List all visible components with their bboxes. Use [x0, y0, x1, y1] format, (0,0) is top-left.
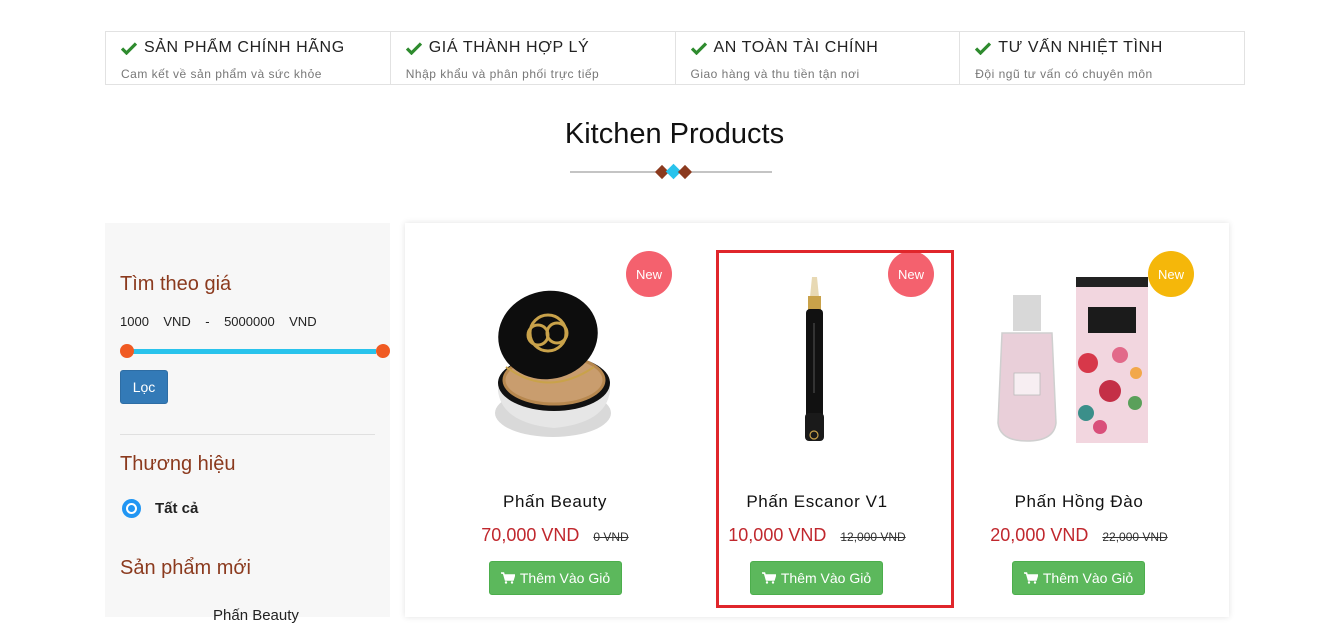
price-min: 1000 [120, 314, 149, 329]
filter-sidebar: Tìm theo giá 1000 VND - 5000000 VND Lọc … [105, 223, 390, 624]
add-to-cart-label: Thêm Vào Giỏ [1042, 570, 1134, 586]
product-card: New Phấn Beauty 70,000 VND 0 VND Thêm Vào… [436, 223, 674, 617]
feature-subtitle: Cam kết về sản phẩm và sức khỏe [121, 67, 322, 81]
product-old-price: 12,000 VND [840, 530, 906, 544]
feature-authentic: SẢN PHẨM CHÍNH HÃNG Cam kết về sản phẩm … [106, 32, 391, 84]
feature-subtitle: Nhập khẩu và phân phối trực tiếp [405, 67, 600, 81]
product-price: 10,000 VND [728, 525, 827, 545]
feature-price: GIÁ THÀNH HỢP LÝ Nhập khẩu và phân phối … [391, 32, 676, 84]
slider-min-handle[interactable] [120, 344, 134, 358]
product-name[interactable]: Phấn Escanor V1 [698, 492, 936, 512]
new-product-link[interactable]: Phấn Beauty [213, 607, 299, 624]
product-price: 20,000 VND [990, 525, 1089, 545]
product-old-price: 0 VND [593, 530, 629, 544]
check-icon [121, 42, 137, 55]
feature-subtitle: Đội ngũ tư vấn có chuyên môn [975, 67, 1153, 81]
feature-title: GIÁ THÀNH HỢP LÝ [428, 39, 590, 56]
price-max: 5000000 [224, 314, 275, 329]
product-card: New Phấn Hồng Đào 20,000 VND 22,000 VND T… [960, 223, 1198, 617]
add-to-cart-button[interactable]: Thêm Vào Giỏ [750, 561, 883, 595]
product-grid: New Phấn Beauty 70,000 VND 0 VND Thêm Vào… [405, 223, 1229, 617]
cart-icon [1023, 572, 1038, 584]
product-prices: 20,000 VND 22,000 VND [960, 525, 1198, 546]
brand-all-label[interactable]: Tất cả [155, 500, 198, 517]
product-price: 70,000 VND [481, 525, 580, 545]
feature-title: SẢN PHẨM CHÍNH HÃNG [144, 39, 345, 56]
price-filter-heading: Tìm theo giá [120, 273, 232, 295]
product-prices: 70,000 VND 0 VND [436, 525, 674, 546]
brand-heading: Thương hiệu [120, 453, 236, 475]
price-slider[interactable] [120, 343, 390, 359]
section-title: Kitchen Products [564, 118, 785, 150]
title-divider-icon [570, 163, 772, 180]
product-old-price: 22,000 VND [1102, 530, 1168, 544]
features-bar: SẢN PHẨM CHÍNH HÃNG Cam kết về sản phẩm … [105, 31, 1245, 85]
product-name[interactable]: Phấn Beauty [436, 492, 674, 512]
add-to-cart-button[interactable]: Thêm Vào Giỏ [489, 561, 622, 595]
new-badge: New [1148, 251, 1194, 297]
cart-icon [761, 572, 776, 584]
feature-title: AN TOÀN TÀI CHÍNH [713, 39, 879, 56]
new-badge: New [626, 251, 672, 297]
brand-all-radio[interactable] [122, 499, 141, 518]
price-currency: VND [289, 314, 317, 329]
slider-max-handle[interactable] [376, 344, 390, 358]
sidebar-divider [120, 434, 375, 435]
new-products-heading: Sản phẩm mới [120, 557, 251, 579]
feature-subtitle: Giao hàng và thu tiền tận nơi [690, 67, 860, 81]
feature-support: TƯ VẤN NHIỆT TÌNH Đội ngũ tư vấn có chuy… [960, 32, 1244, 84]
new-badge: New [888, 251, 934, 297]
add-to-cart-label: Thêm Vào Giỏ [780, 570, 872, 586]
feature-safe: AN TOÀN TÀI CHÍNH Giao hàng và thu tiền … [676, 32, 961, 84]
check-icon [405, 42, 422, 55]
feature-title: TƯ VẤN NHIỆT TÌNH [998, 39, 1163, 56]
product-name[interactable]: Phấn Hồng Đào [960, 492, 1198, 512]
add-to-cart-label: Thêm Vào Giỏ [519, 570, 611, 586]
cart-icon [500, 572, 515, 584]
price-range-text: 1000 VND - 5000000 VND [120, 314, 317, 329]
price-currency: VND [163, 314, 191, 329]
check-icon [690, 42, 707, 55]
slider-track [126, 349, 376, 354]
product-card: New Phấn Escanor V1 10,000 VND 12,000 VND… [698, 223, 936, 617]
filter-button[interactable]: Lọc [120, 370, 168, 404]
product-prices: 10,000 VND 12,000 VND [698, 525, 936, 546]
check-icon [975, 42, 992, 55]
add-to-cart-button[interactable]: Thêm Vào Giỏ [1012, 561, 1145, 595]
